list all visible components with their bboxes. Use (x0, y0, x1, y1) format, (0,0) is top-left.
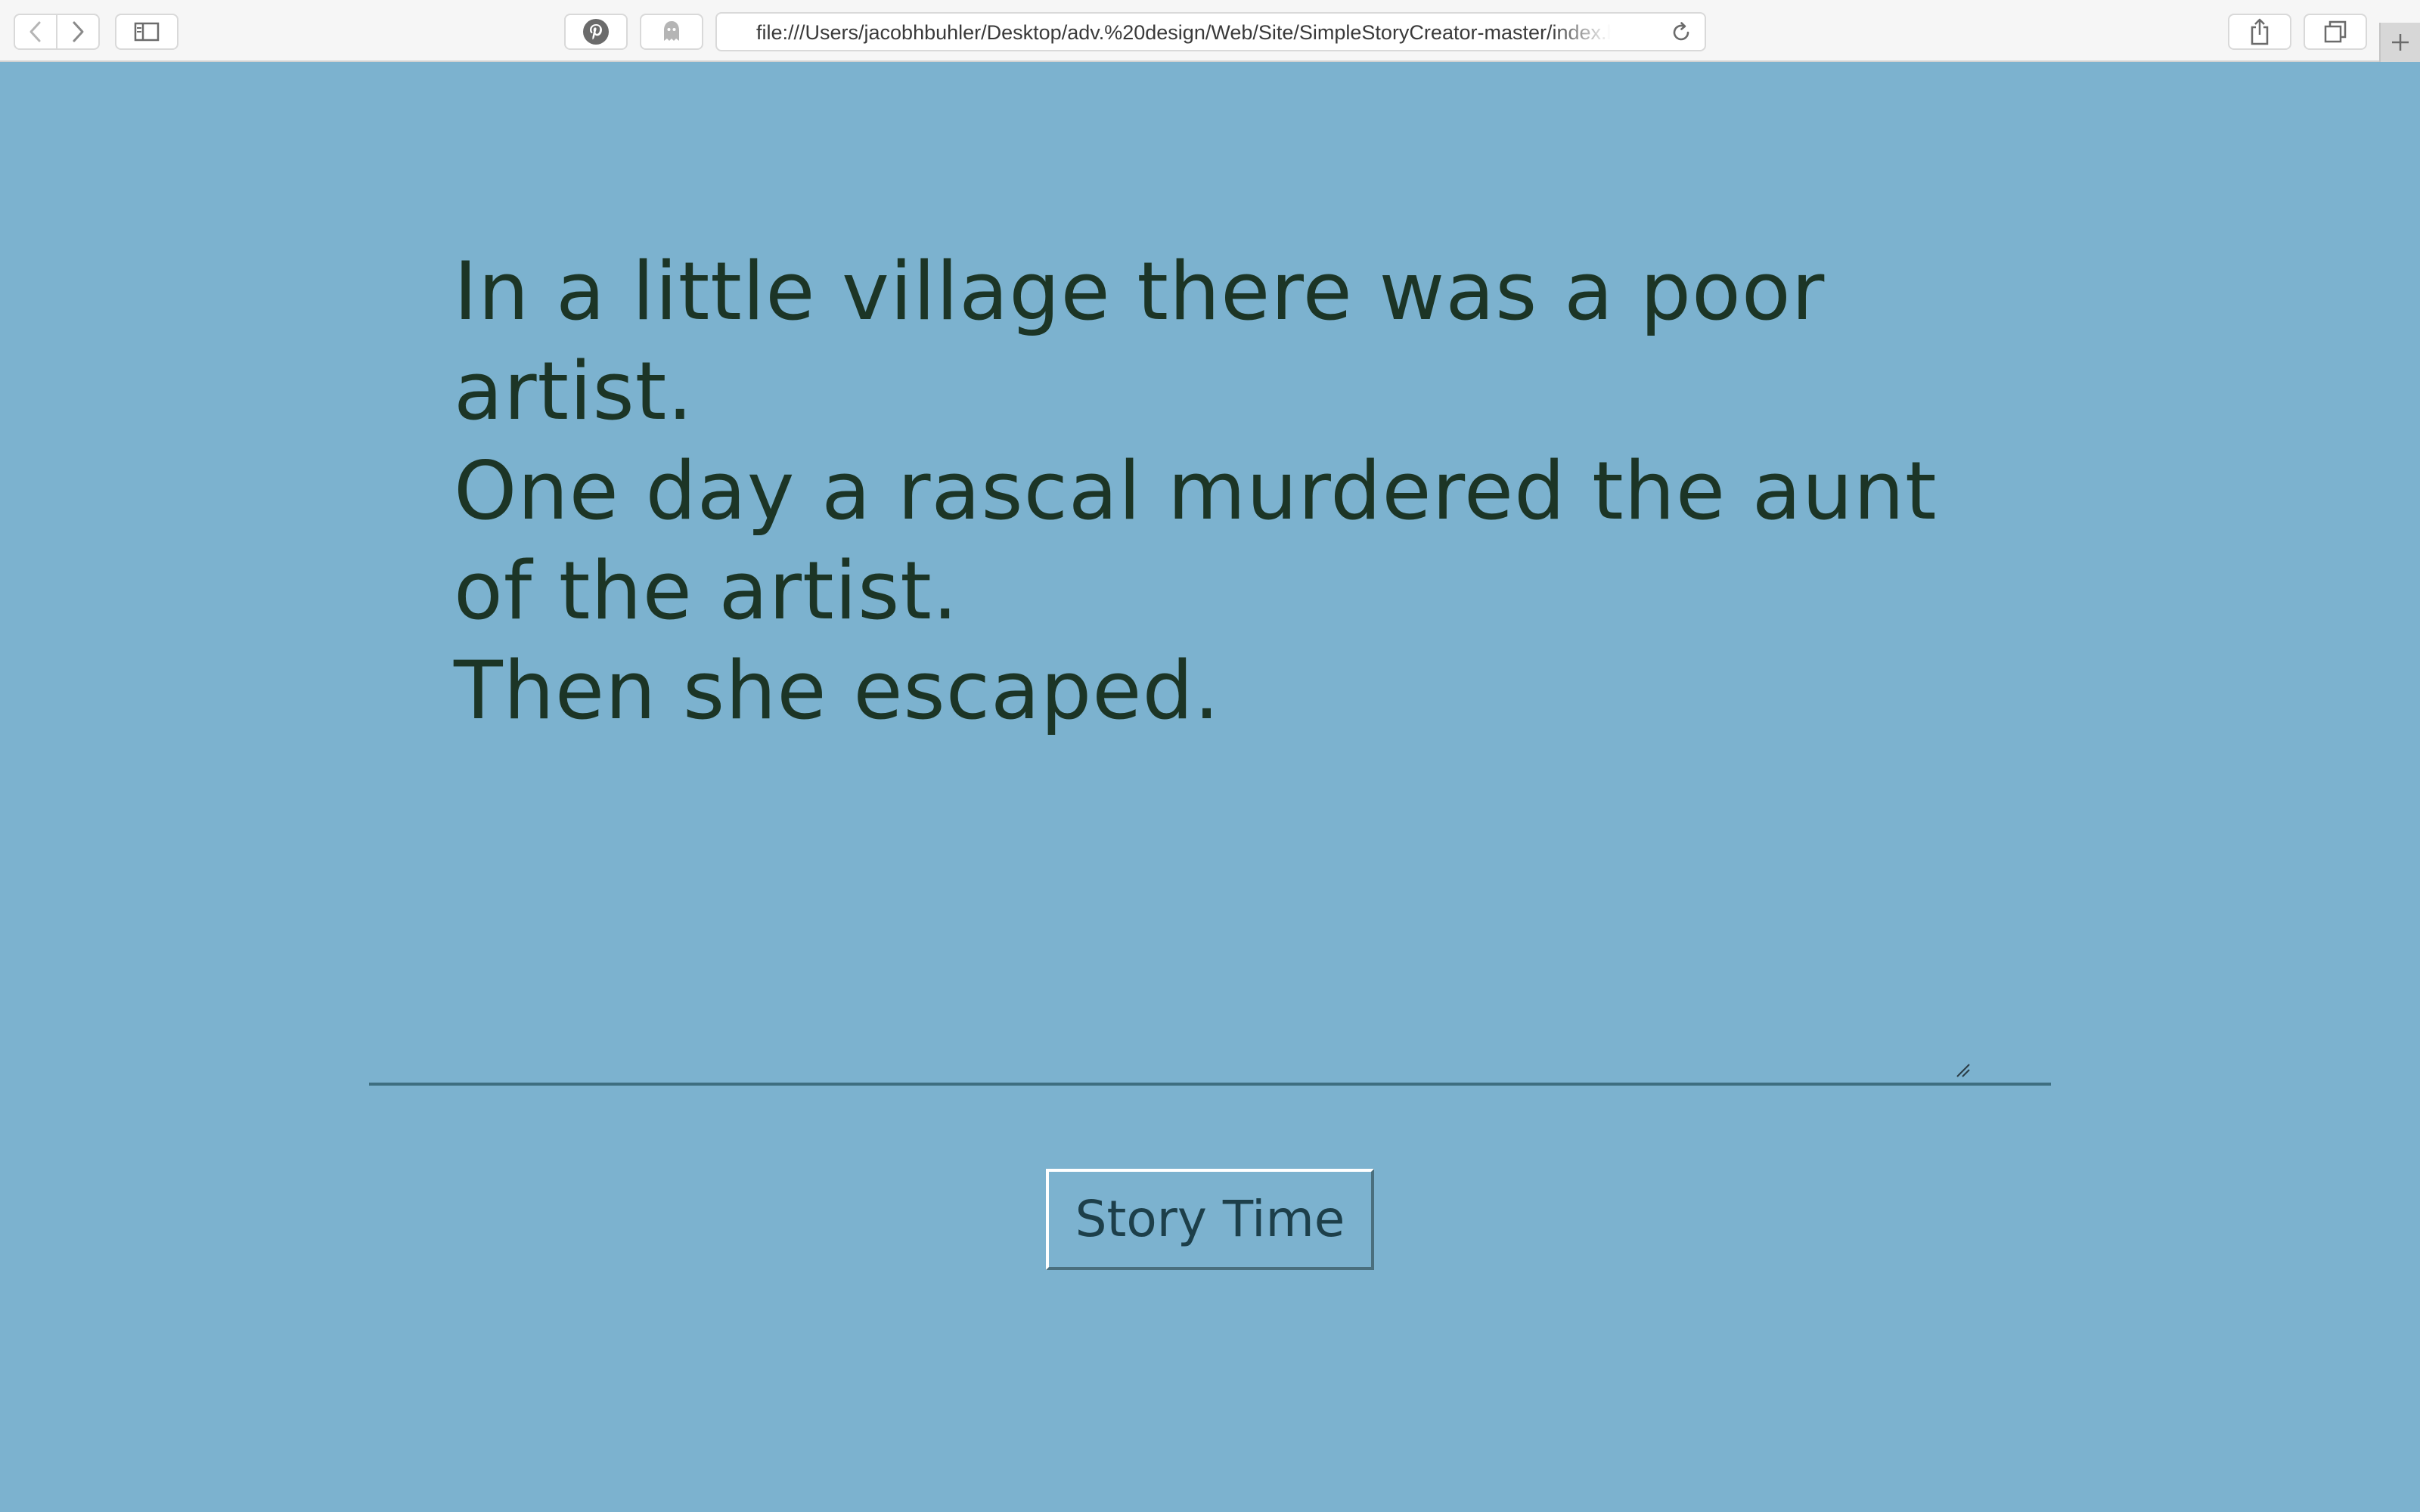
story-time-button[interactable]: Story Time (1046, 1169, 1374, 1270)
pinterest-extension-button[interactable] (564, 14, 628, 50)
forward-button[interactable] (56, 14, 100, 50)
new-tab-button[interactable] (2379, 23, 2420, 62)
tabs-overview-icon (2324, 20, 2347, 43)
reload-icon[interactable] (1670, 21, 1692, 44)
address-bar[interactable]: file:///Users/jacobhbuhler/Desktop/adv.%… (715, 12, 1706, 51)
plus-icon (2392, 34, 2409, 51)
sidebar-toggle-button[interactable] (115, 14, 178, 50)
chevron-right-icon (73, 21, 84, 42)
sidebar-icon (134, 22, 160, 42)
story-line-3: Then she escaped. (454, 644, 1221, 737)
browser-toolbar: file:///Users/jacobhbuhler/Desktop/adv.%… (0, 0, 2420, 62)
story-line-2: One day a rascal murdered the aunt of th… (454, 445, 1938, 637)
tab-overview-button[interactable] (2304, 14, 2367, 50)
chevron-left-icon (29, 21, 41, 42)
back-button[interactable] (14, 14, 57, 50)
story-textarea[interactable]: In a little village there was a poor art… (369, 227, 2051, 1086)
ghostery-extension-button[interactable] (640, 14, 703, 50)
story-line-1: In a little village there was a poor art… (454, 245, 1826, 438)
pinterest-icon (583, 19, 609, 45)
resize-grip-icon[interactable] (1954, 1061, 1972, 1080)
share-icon (2251, 18, 2269, 45)
share-button[interactable] (2228, 14, 2291, 50)
url-text[interactable]: file:///Users/jacobhbuhler/Desktop/adv.%… (756, 21, 1611, 44)
ghostery-icon (664, 21, 679, 41)
